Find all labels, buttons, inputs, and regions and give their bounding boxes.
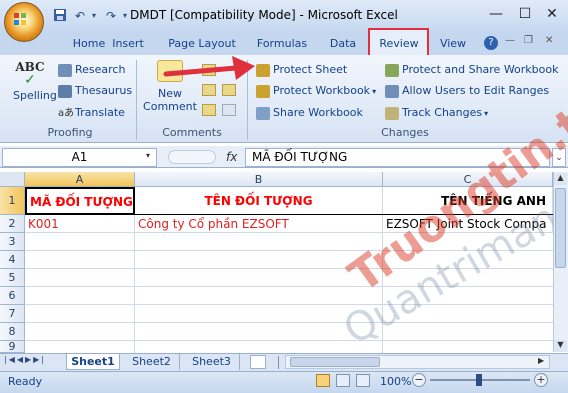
office-logo-icon bbox=[13, 12, 27, 26]
row-header[interactable]: 6 bbox=[0, 287, 25, 305]
protect-workbook-button[interactable]: Protect Workbook ▾ bbox=[256, 82, 376, 100]
undo-dropdown-icon[interactable]: ▾ bbox=[86, 8, 102, 24]
allow-users-edit-ranges-button[interactable]: Allow Users to Edit Ranges bbox=[385, 82, 549, 100]
horizontal-scroll-thumb[interactable] bbox=[290, 357, 380, 367]
zoom-in-icon[interactable]: + bbox=[534, 373, 548, 387]
dropdown-arrow-icon: ▾ bbox=[484, 109, 489, 118]
annotation-arrow-icon bbox=[160, 52, 260, 92]
save-icon[interactable] bbox=[52, 8, 68, 24]
formula-bar-resize-handle[interactable] bbox=[168, 150, 216, 164]
cell-a1[interactable]: MÃ ĐỐI TƯỢNG bbox=[25, 187, 135, 215]
name-box-dropdown-icon[interactable]: ▾ bbox=[146, 151, 150, 160]
row-header[interactable]: 2 bbox=[0, 215, 25, 233]
research-button[interactable]: Research bbox=[58, 61, 125, 79]
scroll-right-icon[interactable]: ▶ bbox=[538, 356, 544, 365]
protect-share-workbook-button[interactable]: Protect and Share Workbook bbox=[385, 61, 559, 79]
scroll-down-icon[interactable]: ▼ bbox=[554, 340, 567, 352]
ribbon-minimize-icon[interactable]: — bbox=[505, 35, 515, 46]
zoom-level[interactable]: 100% bbox=[380, 375, 411, 388]
row-header[interactable]: 9 bbox=[0, 341, 25, 353]
vertical-scroll-thumb[interactable] bbox=[555, 188, 566, 268]
track-changes-icon bbox=[385, 106, 399, 120]
translate-button[interactable]: aあTranslate bbox=[58, 104, 125, 122]
dropdown-arrow-icon: ▾ bbox=[372, 87, 377, 96]
column-header-b[interactable]: B bbox=[135, 172, 383, 187]
share-workbook-button[interactable]: Share Workbook bbox=[256, 104, 363, 122]
cell-a2[interactable]: K001 bbox=[25, 215, 135, 233]
zoom-slider-thumb[interactable] bbox=[476, 374, 482, 386]
tab-formulas[interactable]: Formulas bbox=[252, 35, 312, 55]
workbook-close-icon[interactable]: ✕ bbox=[545, 35, 553, 46]
normal-view-icon[interactable] bbox=[316, 374, 330, 387]
status-ready: Ready bbox=[8, 375, 43, 388]
sheet-tab-sheet2[interactable]: Sheet2 bbox=[124, 354, 180, 370]
translate-icon: aあ bbox=[58, 107, 75, 119]
tab-data[interactable]: Data bbox=[326, 35, 360, 55]
next-comment-icon[interactable] bbox=[202, 104, 216, 116]
window-title: DMDT [Compatibility Mode] - Microsoft Ex… bbox=[130, 8, 398, 22]
select-all-corner[interactable] bbox=[0, 172, 25, 187]
scroll-up-icon[interactable]: ▲ bbox=[554, 173, 567, 185]
thesaurus-icon bbox=[58, 84, 72, 98]
row-header[interactable]: 7 bbox=[0, 305, 25, 323]
proofing-group-label: Proofing bbox=[47, 126, 93, 139]
row-header[interactable]: 1 bbox=[0, 187, 25, 215]
row-header[interactable]: 8 bbox=[0, 323, 25, 341]
spelling-button[interactable]: ABC ✓ Spelling bbox=[13, 60, 57, 102]
row-header[interactable]: 3 bbox=[0, 233, 25, 251]
sheet-navigation-icons[interactable]: |◀◀▶▶| bbox=[4, 355, 46, 364]
tab-split-divider[interactable] bbox=[278, 356, 279, 369]
tab-insert[interactable]: Insert bbox=[106, 35, 150, 55]
track-changes-button[interactable]: Track Changes ▾ bbox=[385, 104, 488, 122]
column-header-a[interactable]: A bbox=[25, 172, 135, 187]
cell-b2[interactable]: Công ty Cổ phần EZSOFT bbox=[135, 215, 383, 233]
row-header[interactable]: 4 bbox=[0, 251, 25, 269]
allow-users-icon bbox=[385, 84, 399, 98]
tab-view[interactable]: View bbox=[436, 35, 470, 55]
insert-sheet-icon[interactable] bbox=[250, 355, 266, 369]
status-bar bbox=[0, 371, 568, 393]
close-icon[interactable]: ✕ bbox=[538, 4, 566, 24]
zoom-out-icon[interactable]: − bbox=[412, 373, 426, 387]
thesaurus-button[interactable]: Thesaurus bbox=[58, 82, 132, 100]
protect-share-icon bbox=[385, 63, 399, 77]
tab-review[interactable]: Review bbox=[372, 35, 426, 55]
name-box[interactable]: A1 bbox=[2, 148, 157, 167]
row-header[interactable]: 5 bbox=[0, 269, 25, 287]
sheet-tab-sheet3[interactable]: Sheet3 bbox=[184, 354, 240, 370]
group-separator bbox=[136, 60, 137, 140]
minimize-icon[interactable]: — bbox=[482, 4, 510, 24]
help-icon[interactable]: ? bbox=[484, 36, 498, 50]
show-ink-icon[interactable] bbox=[222, 104, 236, 116]
page-break-preview-icon[interactable] bbox=[356, 374, 370, 387]
research-icon bbox=[58, 63, 72, 77]
maximize-icon[interactable]: ☐ bbox=[511, 4, 539, 24]
protect-sheet-button[interactable]: Protect Sheet bbox=[256, 61, 347, 79]
comments-group-label: Comments bbox=[162, 126, 222, 139]
insert-function-icon[interactable]: fx bbox=[226, 150, 237, 164]
cell-b1[interactable]: TÊN ĐỐI TƯỢNG bbox=[135, 187, 383, 215]
sheet-tab-sheet1[interactable]: Sheet1 bbox=[66, 354, 120, 370]
ribbon-restore-icon[interactable]: ❐ bbox=[524, 35, 533, 46]
share-icon bbox=[256, 106, 270, 120]
page-layout-view-icon[interactable] bbox=[336, 374, 350, 387]
spelling-check-icon: ✓ bbox=[24, 72, 36, 88]
